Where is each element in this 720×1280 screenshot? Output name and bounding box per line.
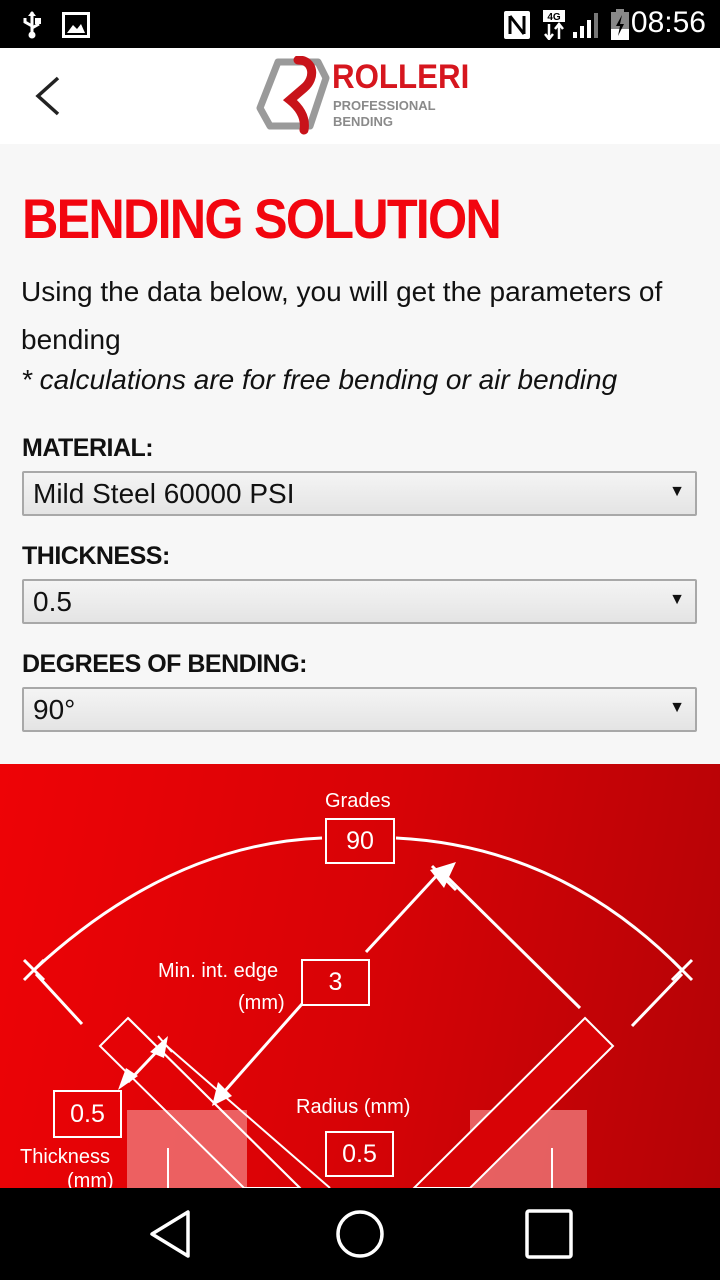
signal-icon: [572, 10, 602, 45]
degrees-label: DEGREES OF BENDING:: [22, 650, 307, 678]
angle-arc-left: [32, 836, 323, 972]
thickness-value: 0.5: [33, 586, 72, 617]
material-label: MATERIAL:: [22, 434, 154, 462]
nav-back-button[interactable]: [144, 1206, 204, 1262]
thickness-value-box: 0.5: [53, 1090, 122, 1138]
edge-line-right: [442, 872, 582, 1010]
logo-brand: ROLLERI: [332, 58, 470, 96]
usb-icon: [20, 10, 44, 45]
material-select[interactable]: Mild Steel 60000 PSI ▼: [22, 471, 697, 516]
status-bar: 4G 08:56: [0, 0, 720, 48]
min-int-edge-value-box: 3: [301, 959, 370, 1006]
image-icon: [62, 12, 90, 43]
radius-value-box: 0.5: [325, 1131, 394, 1177]
arc-tick-left: [22, 958, 46, 982]
material-value: Mild Steel 60000 PSI: [33, 478, 295, 509]
navigation-bar: [0, 1188, 720, 1280]
grades-value-box: 90: [325, 818, 395, 864]
grades-label: Grades: [325, 790, 391, 812]
intro-text: Using the data below, you will get the p…: [21, 276, 663, 355]
clock: 08:56: [630, 6, 706, 39]
arc-tick-right: [670, 958, 694, 982]
4g-data-icon: 4G: [543, 10, 567, 45]
battery-charging-icon: [610, 9, 630, 46]
die-block-left: [127, 1110, 247, 1188]
degrees-select[interactable]: 90° ▼: [22, 687, 697, 732]
min-edge-arrow-down: [222, 1003, 304, 1093]
home-icon: [336, 1210, 384, 1258]
degrees-value: 90°: [33, 694, 76, 725]
thickness-diagram-label: Thickness: [20, 1146, 111, 1168]
dropdown-arrow-icon: ▼: [669, 591, 685, 608]
min-int-edge-label: Min. int. edge: [158, 960, 279, 982]
dropdown-arrow-icon: ▼: [669, 483, 685, 500]
thickness-diagram-unit: (mm): [67, 1170, 114, 1188]
nav-recents-button[interactable]: [520, 1206, 580, 1262]
page-title: BENDING SOLUTION: [22, 187, 502, 250]
extension-line-right: [630, 972, 684, 1028]
logo-tagline-1: PROFESSIONAL: [333, 98, 436, 113]
thickness-label: THICKNESS:: [22, 542, 170, 570]
min-edge-arrow-up: [364, 870, 442, 954]
chevron-left-icon: [35, 76, 60, 116]
min-int-edge-unit: (mm): [238, 992, 285, 1014]
back-button[interactable]: [22, 70, 74, 122]
recents-icon: [525, 1209, 573, 1259]
thickness-select[interactable]: 0.5 ▼: [22, 579, 697, 624]
nav-home-button[interactable]: [330, 1206, 390, 1262]
angle-arc-right: [395, 836, 684, 972]
main-content: BENDING SOLUTION Using the data below, y…: [0, 144, 720, 764]
extension-line-left: [34, 972, 84, 1026]
rolleri-logo: ROLLERI PROFESSIONAL BENDING: [256, 56, 470, 136]
app-bar: ROLLERI PROFESSIONAL BENDING: [0, 48, 720, 144]
bending-diagram: Grades 90 Min. int. edge (mm) 3 0.5 Thic…: [0, 764, 720, 1188]
dropdown-arrow-icon: ▼: [669, 699, 685, 716]
back-icon: [150, 1210, 190, 1258]
arrowhead-icon: [118, 1068, 138, 1090]
nfc-icon: [504, 11, 530, 44]
logo-mark-icon: [256, 56, 330, 135]
calculation-note: * calculations are for free bending or a…: [21, 364, 618, 395]
logo-tagline-2: BENDING: [333, 114, 393, 129]
radius-label: Radius (mm): [296, 1096, 411, 1118]
svg-text:4G: 4G: [547, 12, 561, 23]
